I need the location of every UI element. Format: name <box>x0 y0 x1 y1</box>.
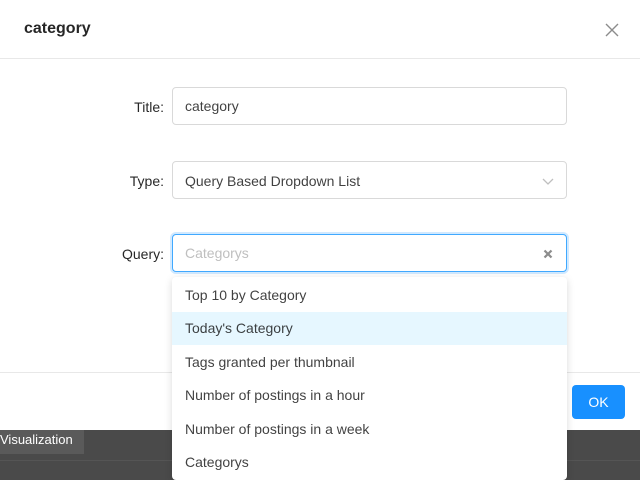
query-search-input[interactable] <box>173 235 566 271</box>
type-label: Type: <box>129 173 164 189</box>
query-dropdown-menu: Top 10 by Category Today's Category Tags… <box>172 277 567 480</box>
type-selected-value: Query Based Dropdown List <box>185 173 361 189</box>
dropdown-option[interactable]: Number of postings in a hour <box>172 379 567 412</box>
query-select[interactable] <box>172 234 567 272</box>
dialog-title: category <box>24 20 91 37</box>
close-button[interactable] <box>598 16 626 44</box>
clear-icon[interactable] <box>542 248 554 260</box>
chevron-down-icon <box>542 178 554 185</box>
title-label: Title: <box>134 99 164 115</box>
close-icon <box>605 23 619 37</box>
dialog-header: category <box>0 0 640 59</box>
title-input[interactable] <box>173 88 566 124</box>
background-tab-label: Visualization <box>0 430 84 454</box>
dropdown-option[interactable]: Number of postings in a week <box>172 413 567 446</box>
dropdown-option-highlighted[interactable]: Today's Category <box>172 312 567 345</box>
query-label: Query: <box>121 246 164 262</box>
dropdown-option[interactable]: Top 10 by Category <box>172 279 567 312</box>
ok-button[interactable]: OK <box>572 385 625 419</box>
dropdown-option[interactable]: Categorys <box>172 446 567 479</box>
type-select[interactable]: Query Based Dropdown List <box>172 161 567 199</box>
dropdown-option[interactable]: Tags granted per thumbnail <box>172 346 567 379</box>
title-field[interactable] <box>172 87 567 125</box>
